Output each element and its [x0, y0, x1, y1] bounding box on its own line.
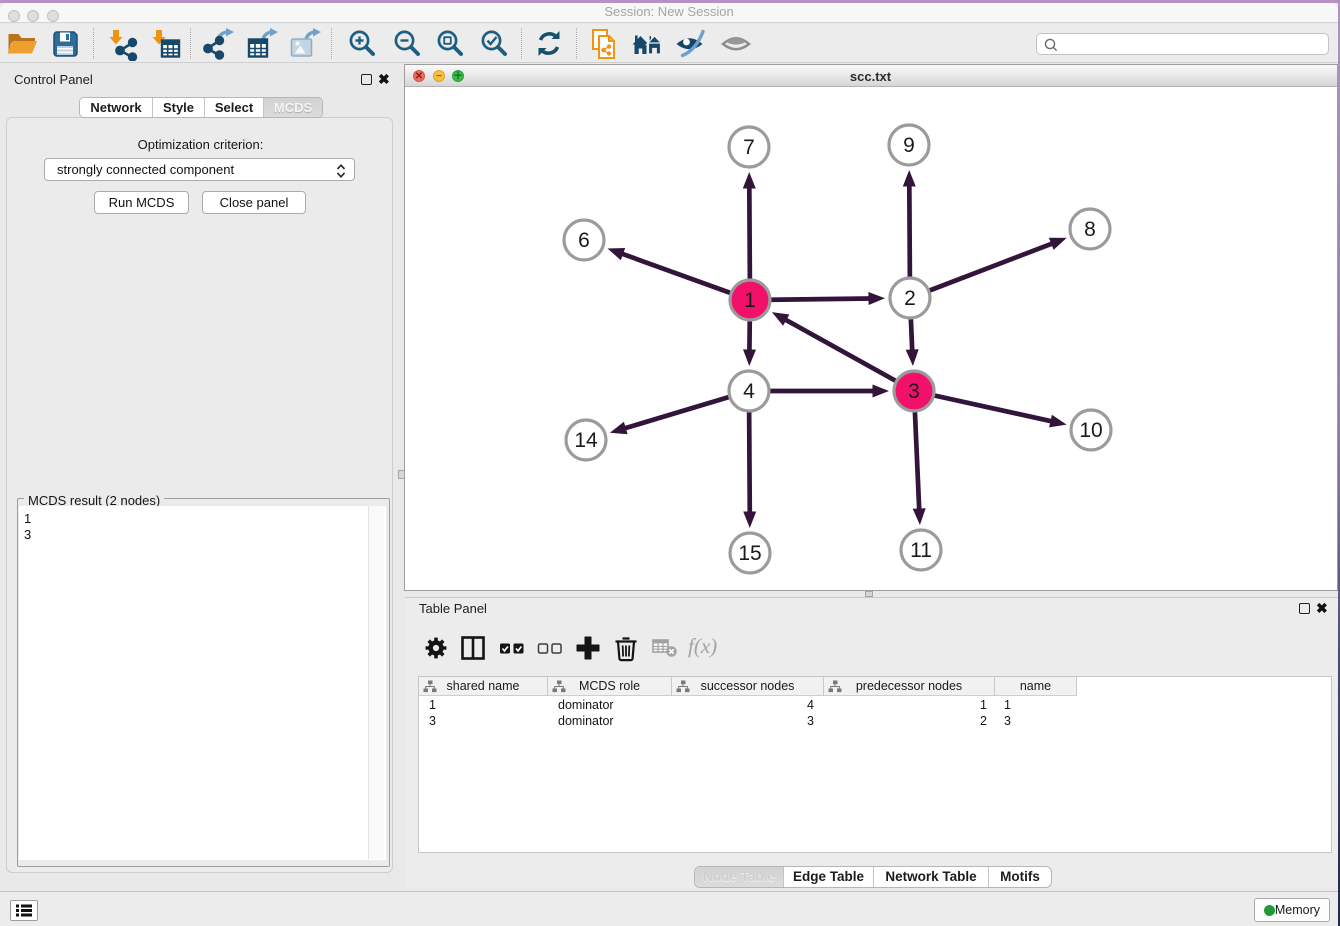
svg-text:6: 6	[578, 229, 590, 252]
svg-text:7: 7	[743, 136, 755, 159]
svg-text:10: 10	[1079, 419, 1102, 442]
svg-text:8: 8	[1084, 218, 1096, 241]
svg-text:4: 4	[743, 380, 755, 403]
svg-text:9: 9	[903, 134, 915, 157]
svg-text:2: 2	[904, 287, 916, 310]
svg-text:3: 3	[908, 380, 920, 403]
svg-text:15: 15	[738, 542, 761, 565]
svg-text:11: 11	[910, 539, 932, 562]
svg-text:1: 1	[744, 289, 756, 312]
svg-text:14: 14	[574, 429, 598, 452]
